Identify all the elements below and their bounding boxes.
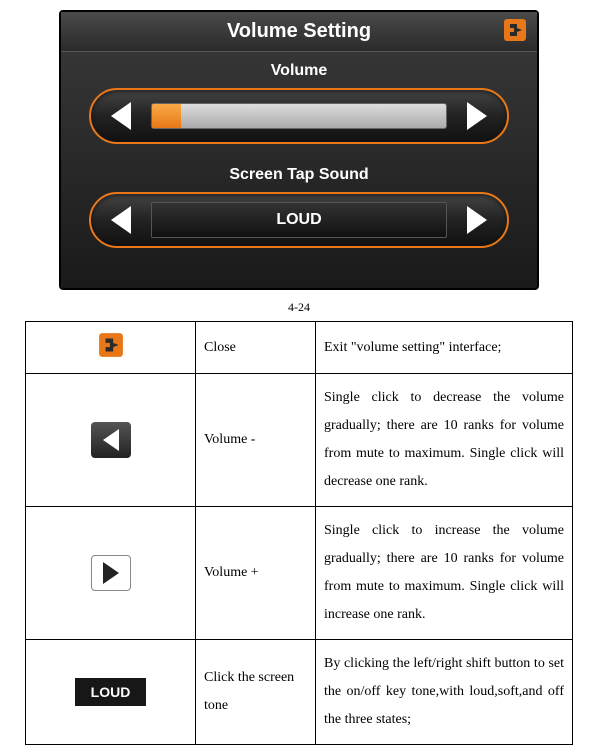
row-desc: Exit "volume setting" interface; [316, 322, 573, 374]
arrow-left-icon [111, 206, 131, 234]
table-row: Volume + Single click to increase the vo… [26, 507, 573, 640]
row-name: Volume - [196, 374, 316, 507]
screen-title: Volume Setting [227, 20, 371, 42]
tap-sound-value: LOUD [151, 202, 447, 238]
arrow-left-icon [111, 102, 131, 130]
tap-sound-next-button[interactable] [461, 204, 493, 236]
volume-control-bar [89, 88, 509, 144]
description-table: Close Exit "volume setting" interface; V… [25, 321, 573, 745]
close-button[interactable] [503, 18, 527, 42]
row-name: Volume + [196, 507, 316, 640]
row-desc: Single click to decrease the volume grad… [316, 374, 573, 507]
tap-sound-label: Screen Tap Sound [61, 166, 537, 184]
loud-badge: LOUD [75, 678, 147, 706]
row-name: Close [196, 322, 316, 374]
icon-cell-loud: LOUD [26, 640, 196, 745]
volume-increase-button[interactable] [461, 100, 493, 132]
table-row: Volume - Single click to decrease the vo… [26, 374, 573, 507]
row-desc: Single click to increase the volume grad… [316, 507, 573, 640]
volume-slider[interactable] [151, 103, 447, 129]
tap-sound-control-bar: LOUD [89, 192, 509, 248]
icon-cell-close [26, 322, 196, 374]
title-bar: Volume Setting [61, 12, 537, 52]
row-name: Click the screen tone [196, 640, 316, 745]
table-row: Close Exit "volume setting" interface; [26, 322, 573, 374]
icon-cell-vol-up [26, 507, 196, 640]
row-desc: By clicking the left/right shift button … [316, 640, 573, 745]
table-row: LOUD Click the screen tone By clicking t… [26, 640, 573, 745]
tap-sound-section: Screen Tap Sound LOUD [61, 166, 537, 248]
figure-number: 4-24 [25, 300, 573, 315]
arrow-right-icon [467, 206, 487, 234]
arrow-right-icon [91, 555, 131, 591]
tap-sound-prev-button[interactable] [105, 204, 137, 236]
close-icon [503, 18, 527, 42]
volume-label: Volume [61, 62, 537, 80]
close-icon [98, 332, 124, 358]
volume-fill [152, 104, 181, 128]
arrow-right-icon [467, 102, 487, 130]
volume-setting-screen: Volume Setting Volume Screen Tap Sound [59, 10, 539, 290]
arrow-left-icon [91, 422, 131, 458]
icon-cell-vol-down [26, 374, 196, 507]
volume-section: Volume [61, 62, 537, 144]
volume-decrease-button[interactable] [105, 100, 137, 132]
